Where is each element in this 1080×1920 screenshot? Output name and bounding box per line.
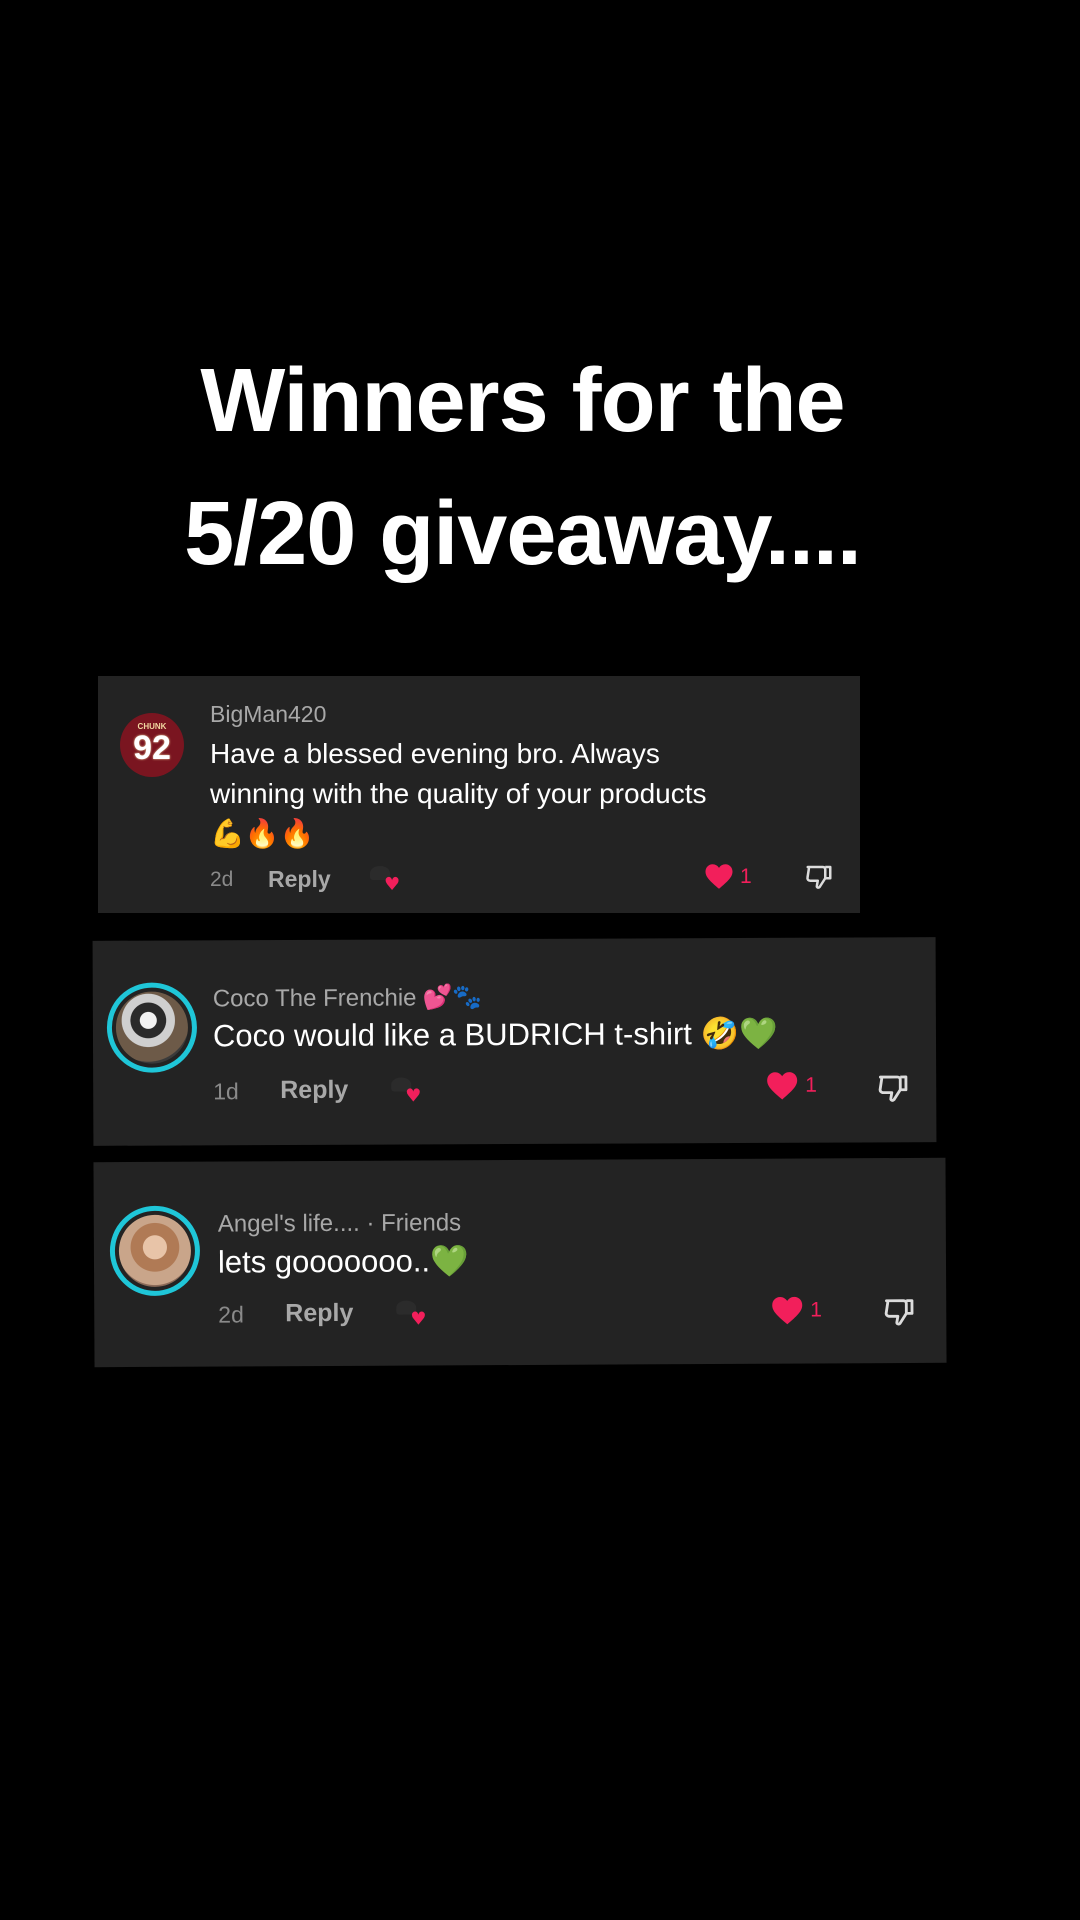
headline-line-2: 5/20 giveaway.... [184, 484, 862, 584]
green-heart-emoji: 💚 [429, 1243, 469, 1280]
headline: Winners for the 5/20 giveaway.... [0, 335, 1045, 601]
comment-card: CHUNK 92 BigMan420 Have a blessed evenin… [98, 676, 860, 913]
comment-text-line: Have a blessed evening bro. Always [210, 738, 660, 769]
comment-age: 1d [213, 1078, 239, 1105]
username-emoji: 💕🐾 [422, 983, 483, 1012]
comment-username[interactable]: BigMan420 [210, 701, 326, 728]
headline-line-1: Winners for the [200, 351, 845, 451]
creator-liked-icon: ♥ [368, 866, 402, 895]
laughing-emoji: 🤣 [700, 1016, 740, 1053]
green-heart-emoji: 💚 [739, 1015, 778, 1053]
screen: Winners for the 5/20 giveaway.... CHUNK … [0, 0, 1080, 1920]
reply-button[interactable]: Reply [285, 1299, 353, 1328]
heart-icon [704, 863, 734, 890]
dislike-icon[interactable] [804, 862, 834, 897]
like-count: 1 [740, 864, 752, 888]
friends-label: · Friends [359, 1209, 462, 1237]
dislike-icon[interactable] [882, 1295, 916, 1334]
avatar[interactable] [106, 982, 198, 1073]
avatar[interactable]: CHUNK 92 [120, 713, 184, 777]
creator-liked-icon: ♥ [389, 1077, 423, 1106]
creator-liked-icon: ♥ [394, 1300, 428, 1330]
comment-emoji-line: 💪🔥🔥 [210, 817, 315, 850]
comment-text: Coco would like a BUDRICH t-shirt 🤣💚 [213, 1015, 778, 1054]
comment-card: Angel's life.... · Friends lets gooooooo… [93, 1157, 947, 1368]
heart-icon [765, 1071, 799, 1101]
reply-button[interactable]: Reply [268, 866, 331, 893]
like-button[interactable]: 1 [704, 863, 752, 890]
comment-username[interactable]: Coco The Frenchie 💕🐾 [213, 983, 483, 1013]
comment-age: 2d [218, 1301, 244, 1328]
comment-card: Coco The Frenchie 💕🐾 Coco would like a BU… [92, 937, 937, 1146]
comment-text: Have a blessed evening bro. Always winni… [210, 734, 707, 854]
comment-text: lets gooooooo..💚 [218, 1242, 469, 1280]
comment-age: 2d [210, 868, 234, 891]
username-text: Coco The Frenchie [212, 984, 417, 1013]
avatar-jersey-number: 92 [133, 729, 171, 767]
username-text: Angel's life.... [217, 1209, 360, 1238]
comment-text-body: lets gooooooo.. [217, 1243, 431, 1280]
comment-text-line: winning with the quality of your product… [210, 778, 707, 809]
comment-text-body: Coco would like a BUDRICH t-shirt [212, 1016, 692, 1054]
reply-button[interactable]: Reply [280, 1076, 348, 1105]
dislike-icon[interactable] [876, 1071, 910, 1110]
avatar[interactable] [109, 1205, 201, 1297]
like-button[interactable]: 1 [770, 1295, 822, 1325]
heart-icon [770, 1296, 804, 1326]
like-button[interactable]: 1 [765, 1071, 817, 1101]
like-count: 1 [810, 1298, 823, 1322]
like-count: 1 [805, 1073, 817, 1097]
comment-username[interactable]: Angel's life.... · Friends [218, 1209, 461, 1238]
